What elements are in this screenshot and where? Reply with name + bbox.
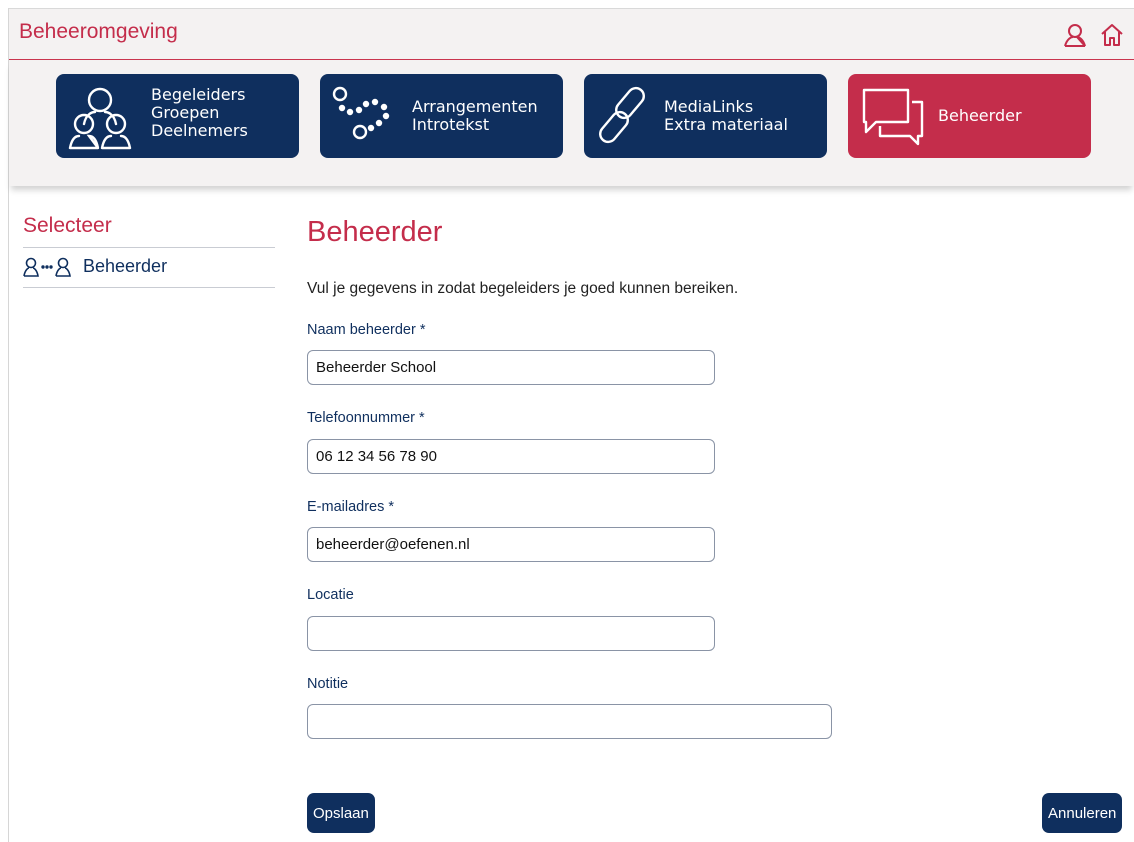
note-label: Notitie bbox=[307, 676, 349, 692]
sidebar-item-beheerder[interactable]: Beheerder bbox=[23, 248, 275, 288]
sidebar-title: Selecteer bbox=[23, 210, 275, 248]
user-icon[interactable] bbox=[1062, 22, 1088, 48]
sidebar-item-label: Beheerder bbox=[83, 256, 168, 276]
cancel-button[interactable]: Annuleren bbox=[1042, 793, 1123, 833]
top-bar: Beheeromgeving bbox=[9, 8, 1134, 60]
note-field[interactable] bbox=[307, 704, 832, 739]
tile-beheerder[interactable]: Beheerder bbox=[848, 74, 1091, 158]
tile-label-line: Beheerder bbox=[938, 106, 1022, 125]
tile-label-line: MediaLinks bbox=[664, 97, 754, 116]
module-tiles-bar: Begeleiders Groepen Deelnemers Arrangeme… bbox=[9, 60, 1134, 186]
people-icon bbox=[64, 80, 138, 152]
tile-medialinks[interactable]: MediaLinks Extra materiaal bbox=[584, 74, 827, 158]
main-content: Beheerder Vul je gegevens in zodat begel… bbox=[307, 210, 832, 739]
page-title: Beheerder bbox=[307, 216, 443, 248]
home-icon[interactable] bbox=[1099, 22, 1125, 48]
save-button[interactable]: Opslaan bbox=[307, 793, 375, 833]
tile-label-line: Deelnemers bbox=[151, 121, 248, 140]
tile-arrangementen[interactable]: Arrangementen Introtekst bbox=[320, 74, 563, 158]
app-title: Beheeromgeving bbox=[19, 20, 178, 43]
phone-field[interactable] bbox=[307, 439, 715, 474]
tile-label-line: Groepen bbox=[151, 103, 220, 122]
tile-label-line: Begeleiders bbox=[151, 85, 246, 104]
phone-label: Telefoonnummer * bbox=[307, 410, 425, 426]
tile-label-line: Introtekst bbox=[412, 115, 490, 134]
intro-text: Vul je gegevens in zodat begeleiders je … bbox=[307, 280, 739, 297]
tile-begeleiders[interactable]: Begeleiders Groepen Deelnemers bbox=[56, 74, 299, 158]
email-label: E-mailadres * bbox=[307, 499, 395, 515]
email-field[interactable] bbox=[307, 527, 715, 562]
location-field[interactable] bbox=[307, 616, 715, 651]
name-field[interactable] bbox=[307, 350, 715, 385]
user-link-user-icon bbox=[23, 257, 71, 277]
tile-label-line: Extra materiaal bbox=[664, 115, 788, 134]
tile-label-line: Arrangementen bbox=[412, 97, 538, 116]
chat-bubbles-icon bbox=[856, 80, 930, 152]
name-label: Naam beheerder * bbox=[307, 322, 426, 338]
sidebar: Selecteer Beheerder bbox=[23, 210, 275, 288]
link-icon bbox=[592, 80, 666, 152]
location-label: Locatie bbox=[307, 587, 354, 603]
path-dots-icon bbox=[328, 80, 402, 152]
